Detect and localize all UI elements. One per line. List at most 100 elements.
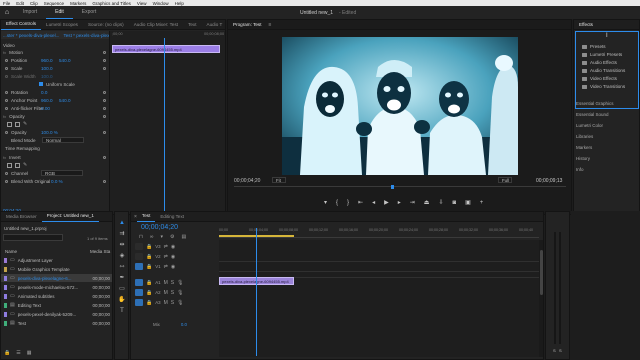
rectangle-tool-icon[interactable]: ▭ [118,285,126,293]
motion-label[interactable]: Motion [9,50,23,55]
anti-flicker-value[interactable]: 0.00 [41,106,50,111]
menu-graphics[interactable]: Graphics and Titles [92,1,131,6]
list-view-icon[interactable]: ☰ [16,350,20,356]
lock-icon[interactable]: 🔒 [146,254,152,260]
tab-test-sequence[interactable]: Test [136,212,156,222]
icon-view-icon[interactable]: ▦ [27,350,32,356]
menu-edit[interactable]: Edit [16,1,24,6]
razor-tool-icon[interactable]: ◈ [118,252,126,260]
stopwatch-icon[interactable] [5,66,8,70]
panel-markers[interactable]: Markers [576,145,592,150]
solo-right-label[interactable]: S [559,348,562,353]
lock-icon[interactable]: 🔒 [146,244,152,250]
add-marker-icon[interactable]: ▾ [160,234,163,240]
anchor-y-value[interactable]: 540.0 [59,98,71,103]
export-frame-icon[interactable]: ◙ [452,200,456,206]
source-patch-a1[interactable] [135,279,143,286]
step-forward-icon[interactable]: ▸ [398,199,401,206]
tab-project[interactable]: Project: Untitled new_1 [41,212,99,222]
tab-media-browser[interactable]: Media Browser [1,212,42,222]
keyframe-icon[interactable] [103,98,106,102]
mute-icon[interactable]: M [164,300,168,306]
rotation-value[interactable]: 0.0 [41,90,47,95]
panel-libraries[interactable]: Libraries [576,134,593,139]
effects-item[interactable]: Video Effects [582,75,617,82]
ec-playhead[interactable] [164,38,165,214]
mic-icon[interactable]: 🎙 [177,290,183,296]
step-back-icon[interactable]: ◂ [372,199,375,206]
anchor-x-value[interactable]: 960.0 [41,98,59,103]
reset-motion-icon[interactable] [103,50,106,54]
panel-essential-sound[interactable]: Essential Sound [576,112,609,117]
extract-icon[interactable]: ⇩ [438,199,443,206]
pen-mask-icon[interactable]: ✎ [23,121,27,127]
stopwatch-icon[interactable] [5,90,8,94]
linked-selection-icon[interactable]: ∞ [150,234,154,240]
rectangle-mask-icon[interactable] [15,121,20,127]
snap-icon[interactable]: ⊓ [139,234,143,240]
list-item[interactable]: ▭ Animated subtitles 00;00;00 [1,292,112,300]
program-title[interactable]: Program: Test [228,20,267,30]
timeline-scrollbar[interactable] [539,240,543,357]
ellipse-mask-icon[interactable] [7,121,12,127]
tab-lumetri-scopes[interactable]: Lumetri Scopes [41,20,83,30]
keyframe-icon[interactable] [103,58,106,62]
mix-value[interactable]: 0.0 [181,322,187,327]
fit-select[interactable]: Fit [272,177,286,183]
eye-icon[interactable]: ◉ [171,254,175,260]
track-target[interactable] [135,243,143,250]
timeline-playhead[interactable] [256,228,257,356]
ec-clip-bar[interactable]: pexels-diva-plexelagne-6094455.mp4 [112,45,220,53]
program-timecode[interactable]: 00;00;04;20 [234,178,260,184]
play-icon[interactable]: ▶ [384,199,389,206]
sync-lock-icon[interactable]: ⇌ [164,254,168,260]
stopwatch-icon[interactable] [5,130,8,134]
track-target[interactable] [135,253,143,260]
list-item[interactable]: ▤ Test 00;00;00 [1,319,112,327]
effects-item[interactable]: Audio Effects [582,59,617,66]
tab-editing-text[interactable]: Editing Text [155,212,189,222]
lock-icon[interactable]: 🔒 [146,264,152,270]
tab-text[interactable]: Text [183,20,201,30]
slip-tool-icon[interactable]: ⇿ [118,263,126,271]
program-scrub-bar[interactable] [234,185,566,189]
panel-history[interactable]: History [576,156,590,161]
panel-essential-graphics[interactable]: Essential Graphics [576,101,614,106]
keyframe-icon[interactable] [103,66,106,70]
keyframe-icon[interactable] [103,179,106,183]
eye-icon[interactable]: ◉ [171,264,175,270]
tab-audio-clip-mixer[interactable]: Audio Clip Mixer: Test [129,20,183,30]
name-column-header[interactable]: Name [5,249,17,254]
blend-original-value[interactable]: 0.0 % [51,179,63,184]
opacity-value[interactable]: 100.0 % [41,130,58,135]
timeline-ruler[interactable]: 00;00 00;00;04;00 00;00;08;00 00;00;12;0… [219,228,539,238]
search-cursor-icon[interactable]: I [606,33,608,39]
menu-view[interactable]: View [137,1,147,6]
mic-icon[interactable]: 🎙 [177,300,183,306]
go-to-out-icon[interactable]: ⇥ [410,199,415,206]
effects-title[interactable]: Effects [574,20,598,30]
keyframe-icon[interactable] [103,106,106,110]
sync-lock-icon[interactable]: ⇌ [164,244,168,250]
mute-icon[interactable]: M [164,290,168,296]
timeline-settings-icon[interactable]: ⚙ [170,234,174,240]
ripple-edit-tool-icon[interactable]: ⇹ [118,241,126,249]
home-icon[interactable]: ⌂ [0,9,14,16]
tab-audio-t[interactable]: Audio T [202,20,226,30]
list-item[interactable]: ▭ pexels-diva-plexelagne-6... 00;00;00 [1,274,112,282]
sequence-crumb[interactable]: Test * pexels-diva-plexe... [63,33,115,38]
panel-menu-icon[interactable]: ≡ [269,22,272,28]
eye-icon[interactable]: ◉ [171,244,175,250]
lock-icon[interactable]: 🔒 [4,350,10,356]
solo-left-label[interactable]: S [553,348,556,353]
keyframe-icon[interactable] [103,90,106,94]
source-patch-v1[interactable] [135,263,143,270]
add-marker-icon[interactable]: ▾ [324,199,327,206]
selection-tool-icon[interactable]: ▲ [118,219,126,227]
list-item[interactable]: ▭ Mobile Graphics Template [1,265,112,273]
position-x-value[interactable]: 960.0 [41,58,59,63]
tab-effect-controls[interactable]: Effect Controls [1,20,42,30]
sync-lock-icon[interactable]: ⇌ [164,264,168,270]
panel-lumetri-color[interactable]: Lumetri Color [576,123,603,128]
menu-file[interactable]: File [3,1,10,6]
